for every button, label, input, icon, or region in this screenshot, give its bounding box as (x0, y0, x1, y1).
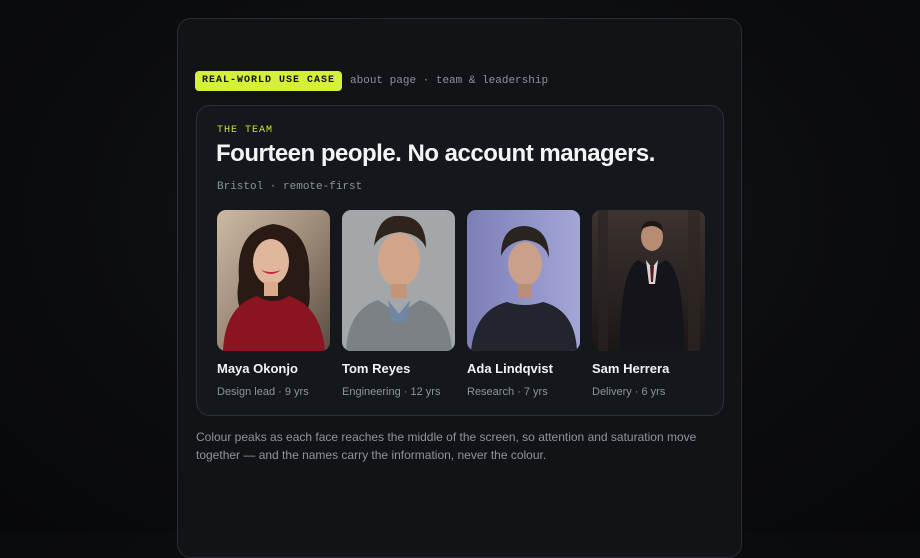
breadcrumb: about page · team & leadership (350, 75, 549, 87)
portrait-photo (342, 210, 455, 351)
person-card-maya-okonjo[interactable]: Maya Okonjo Design lead · 9 yrs (217, 210, 330, 398)
use-case-badge: REAL-WORLD USE CASE (195, 71, 343, 91)
person-name: Maya Okonjo (217, 361, 298, 376)
person-name: Tom Reyes (342, 361, 411, 376)
person-role: Research · 7 yrs (467, 386, 548, 398)
person-role: Engineering · 12 yrs (342, 386, 441, 398)
page-title: Fourteen people. No account managers. (216, 140, 655, 167)
portrait-photo (217, 210, 330, 351)
section-eyebrow: THE TEAM (217, 125, 274, 136)
person-role: Delivery · 6 yrs (592, 386, 666, 398)
person-name: Ada Lindqvist (467, 361, 553, 376)
portrait-photo (467, 210, 580, 351)
person-card-ada-lindqvist[interactable]: Ada Lindqvist Research · 7 yrs (467, 210, 580, 398)
location-meta: Bristol · remote-first (217, 181, 363, 193)
use-case-tagline: REAL-WORLD USE CASE about page · team & … (195, 71, 548, 91)
person-card-tom-reyes[interactable]: Tom Reyes Engineering · 12 yrs (342, 210, 455, 398)
portrait-photo (592, 210, 705, 351)
person-name: Sam Herrera (592, 361, 670, 376)
person-card-sam-herrera[interactable]: Sam Herrera Delivery · 6 yrs (592, 210, 705, 398)
caption-text: Colour peaks as each face reaches the mi… (196, 430, 697, 462)
person-role: Design lead · 9 yrs (217, 386, 309, 398)
team-card: THE TEAM Fourteen people. No account man… (196, 105, 724, 416)
